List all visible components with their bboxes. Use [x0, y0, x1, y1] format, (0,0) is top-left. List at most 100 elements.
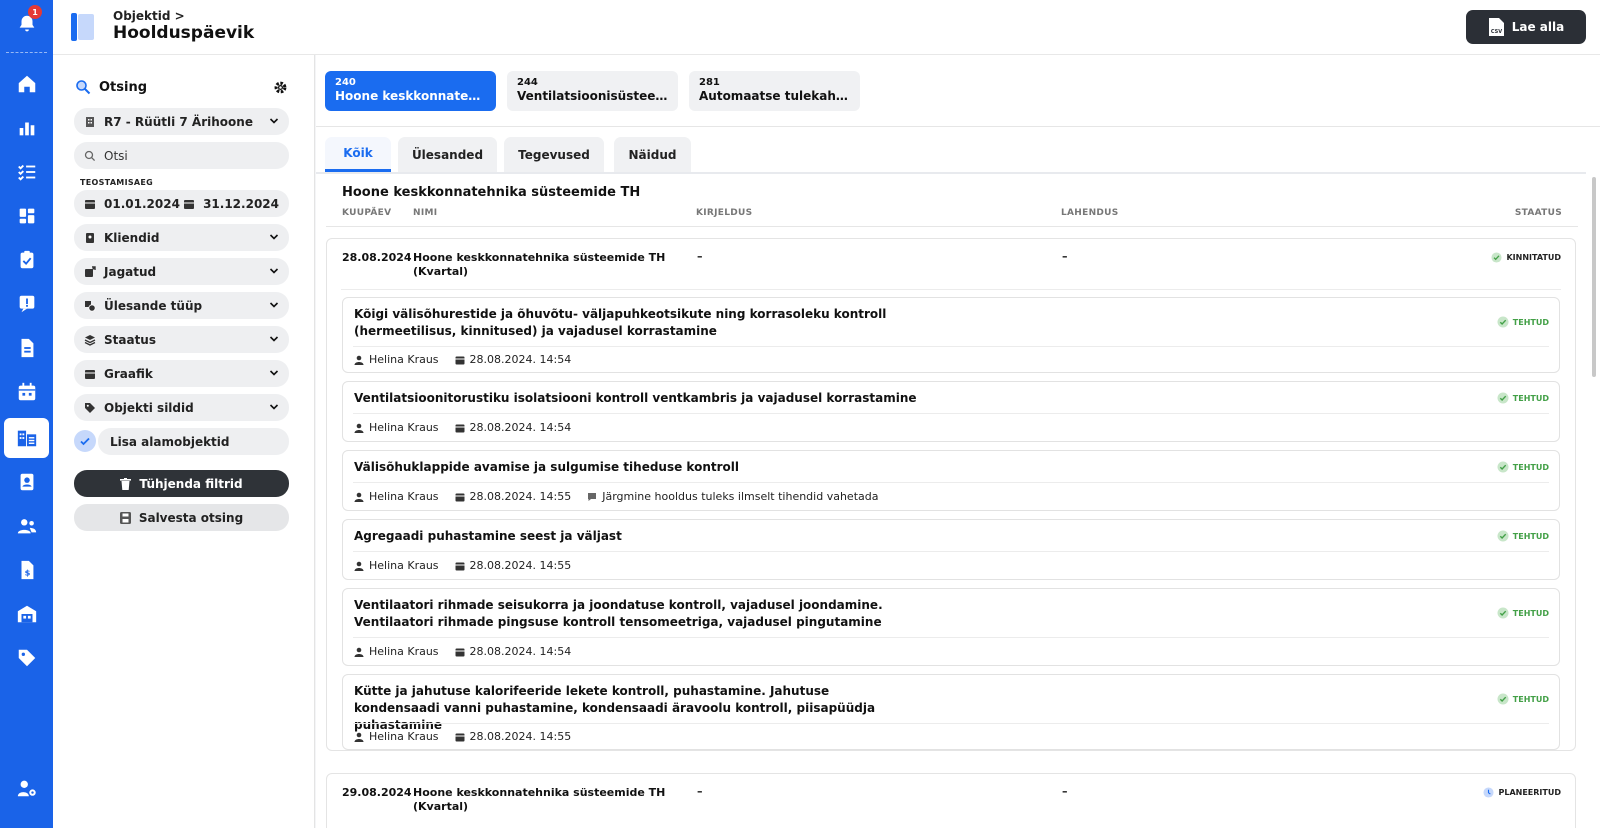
- calendar-small-icon: [85, 369, 95, 379]
- date-from-field[interactable]: 01.01.2024: [84, 197, 183, 211]
- save-search-button[interactable]: Salvesta otsing: [74, 504, 289, 531]
- document-icon[interactable]: [4, 328, 49, 368]
- contacts-icon[interactable]: [4, 462, 49, 502]
- download-button[interactable]: CSV Lae alla: [1466, 10, 1586, 44]
- object-card-244[interactable]: 244 Ventilatsioonisüsteemide TH: [507, 71, 678, 111]
- date-range[interactable]: 01.01.2024 31.12.2024: [74, 190, 289, 217]
- task-card[interactable]: Agregaadi puhastamine seest ja väljast T…: [342, 519, 1560, 580]
- task-card[interactable]: Välisõhuklappide avamise ja sulgumise ti…: [342, 450, 1560, 511]
- task-user: Helina Kraus: [369, 730, 439, 743]
- clear-filters-button[interactable]: Tühjenda filtrid: [74, 470, 289, 497]
- filter-status[interactable]: Staatus: [74, 326, 289, 353]
- home-icon[interactable]: [4, 64, 49, 104]
- calendar-icon[interactable]: [4, 372, 49, 412]
- task-status-text: TEHTUD: [1512, 317, 1549, 327]
- task-meta: Helina Kraus 28.08.2024. 14:55: [354, 730, 571, 743]
- task-card[interactable]: Ventilatsioonitorustiku isolatsiooni kon…: [342, 381, 1560, 442]
- include-subobjects-label[interactable]: Lisa alamobjektid: [98, 428, 289, 455]
- search-input[interactable]: Otsi: [74, 142, 289, 169]
- log-group[interactable]: 29.08.2024 Hoone keskkonnatehnika süstee…: [326, 773, 1576, 828]
- chevron-down-icon: [269, 268, 279, 274]
- gear-icon[interactable]: [273, 80, 288, 95]
- task-title: Kütte ja jahutuse kalorifeeride lekete k…: [354, 684, 876, 732]
- date-from: 01.01.2024: [104, 196, 180, 211]
- header-divider: [326, 226, 1578, 227]
- invoice-icon[interactable]: $: [4, 550, 49, 590]
- object-number: 281: [699, 77, 720, 88]
- object-name: Hoone keskkonnatehnika süsteemide TH: [335, 89, 486, 103]
- filter-schedule[interactable]: Graafik: [74, 360, 289, 387]
- task-divider: [353, 413, 1549, 414]
- task-status: TEHTUD: [1497, 461, 1549, 473]
- user-icon: [354, 492, 364, 502]
- column-header-date[interactable]: KUUPÄEV: [342, 208, 391, 218]
- task-meta: Helina Kraus 28.08.2024. 14:54: [354, 353, 571, 366]
- check-circle-icon: [1491, 252, 1502, 263]
- calendar-small-icon: [455, 356, 465, 364]
- search-heading: Otsing: [75, 79, 147, 95]
- checklist-icon[interactable]: [4, 152, 49, 192]
- tab-readings[interactable]: Näidud: [614, 137, 691, 172]
- column-header-status[interactable]: STAATUS: [1515, 208, 1562, 218]
- task-comment: Järgmine hooldus tuleks ilmselt tihendid…: [602, 490, 879, 503]
- clipboard-icon[interactable]: [4, 240, 49, 280]
- task-status-text: TEHTUD: [1512, 531, 1549, 541]
- column-header-solution[interactable]: LAHENDUS: [1061, 208, 1119, 218]
- group-description: –: [697, 250, 703, 263]
- tab-activities[interactable]: Tegevused: [504, 137, 604, 172]
- bell-icon[interactable]: 1: [4, 4, 49, 44]
- tag-icon[interactable]: [4, 638, 49, 678]
- calendar-small-icon: [455, 733, 465, 741]
- object-card-240[interactable]: 240 Hoone keskkonnatehnika süsteemide TH: [325, 71, 496, 111]
- calendar-small-icon: [455, 562, 465, 570]
- filter-task-type[interactable]: Ülesande tüüp: [74, 292, 289, 319]
- group-name: Hoone keskkonnatehnika süsteemide TH (Kv…: [413, 251, 666, 278]
- side-rail: 1 $: [0, 0, 53, 828]
- alert-icon[interactable]: [4, 284, 49, 324]
- user-icon: [354, 355, 364, 365]
- column-header-name[interactable]: NIMI: [413, 208, 437, 218]
- include-subobjects-checkbox[interactable]: [74, 430, 96, 452]
- task-time: 28.08.2024. 14:55: [469, 490, 572, 503]
- object-select-value: R7 - Rüütli 7 Ärihoone: [104, 114, 253, 129]
- log-group[interactable]: 28.08.2024 Hoone keskkonnatehnika süstee…: [326, 238, 1576, 751]
- csv-file-icon: CSV: [1488, 18, 1504, 36]
- search-title: Otsing: [99, 79, 148, 95]
- date-to-field[interactable]: 31.12.2024: [183, 197, 279, 211]
- svg-text:$: $: [24, 568, 30, 578]
- check-circle-icon: [1497, 392, 1509, 404]
- user-settings-icon[interactable]: [4, 768, 49, 808]
- users-icon[interactable]: [4, 506, 49, 546]
- column-header-description[interactable]: KIRJELDUS: [696, 208, 752, 218]
- filter-object-tags[interactable]: Objekti sildid: [74, 394, 289, 421]
- task-status: TEHTUD: [1497, 693, 1549, 705]
- task-card[interactable]: Kõigi välisõhurestide ja õhuvõtu- väljap…: [342, 297, 1560, 373]
- filter-label: Objekti sildid: [104, 400, 194, 415]
- divider: [316, 126, 1600, 127]
- chevron-down-icon: [269, 336, 279, 342]
- page-title: Hoolduspäevik: [113, 23, 255, 43]
- task-time: 28.08.2024. 14:54: [469, 645, 572, 658]
- notification-badge: 1: [28, 5, 42, 19]
- object-select[interactable]: R7 - Rüütli 7 Ärihoone: [74, 108, 289, 135]
- building-icon[interactable]: [4, 418, 49, 458]
- user-icon: [354, 732, 364, 742]
- tab-all[interactable]: Kõik: [325, 137, 391, 172]
- filter-panel: Otsing R7 - Rüütli 7 Ärihoone Otsi TEOST…: [53, 55, 315, 828]
- filter-clients[interactable]: Kliendid: [74, 224, 289, 251]
- breadcrumb[interactable]: Objektid >: [113, 9, 185, 23]
- group-description: –: [697, 785, 703, 798]
- calendar-small-icon: [455, 424, 465, 432]
- tab-tasks[interactable]: Ülesanded: [398, 137, 497, 172]
- object-card-281[interactable]: 281 Automaatse tulekahjusignalisatsiooni…: [689, 71, 860, 111]
- scrollbar[interactable]: [1592, 177, 1596, 377]
- task-card[interactable]: Kütte ja jahutuse kalorifeeride lekete k…: [342, 674, 1560, 750]
- dashboard-icon[interactable]: [4, 196, 49, 236]
- clear-filters-label: Tühjenda filtrid: [139, 476, 243, 491]
- task-card[interactable]: Ventilaatori rihmade seisukorra ja joond…: [342, 588, 1560, 666]
- warehouse-icon[interactable]: [4, 594, 49, 634]
- filter-shared[interactable]: Jagatud: [74, 258, 289, 285]
- chart-icon[interactable]: [4, 108, 49, 148]
- layers-icon: [84, 334, 96, 346]
- task-user: Helina Kraus: [369, 353, 439, 366]
